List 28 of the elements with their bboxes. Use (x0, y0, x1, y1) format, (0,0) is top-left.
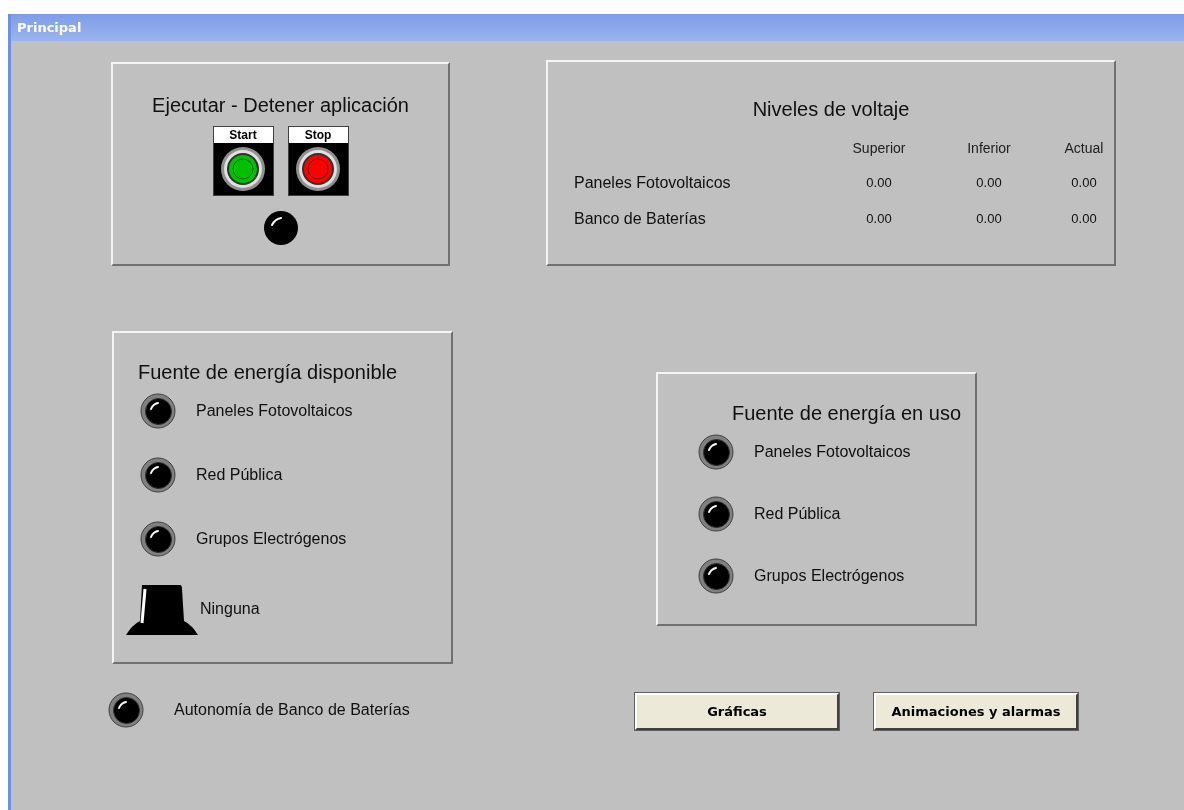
nav-button[interactable]: Gráficas (635, 693, 839, 730)
voltage-value: 0.00 (975, 210, 1003, 229)
push-button[interactable]: Stop (287, 126, 349, 196)
panel-title: Fuente de energía disponible (138, 360, 399, 385)
column-header: Superior (851, 139, 907, 158)
voltage-value: 0.00 (975, 174, 1003, 193)
window-title: Principal (17, 18, 82, 37)
column-header: Inferior (966, 139, 1012, 158)
panel-title: Niveles de voltaje (752, 97, 910, 122)
voltage-value: 0.00 (1070, 174, 1098, 193)
battery-autonomy-label: Autonomía de Banco de Baterías (174, 700, 410, 720)
column-header: Actual (1063, 139, 1105, 158)
voltage-value: 0.00 (1070, 210, 1098, 229)
source-label: Red Pública (754, 504, 841, 524)
voltage-value: 0.00 (865, 174, 893, 193)
push-button[interactable]: Start (212, 126, 274, 196)
source-label: Grupos Electrógenos (754, 566, 905, 586)
source-label: Paneles Fotovoltaicos (196, 401, 353, 421)
source-label: Red Pública (196, 465, 283, 485)
row-label: Banco de Baterías (574, 209, 707, 229)
row-label: Paneles Fotovoltaicos (574, 173, 732, 193)
source-label: Grupos Electrógenos (196, 529, 347, 549)
source-label: Ninguna (200, 599, 260, 619)
panel-title: Ejecutar - Detener aplicación (152, 93, 409, 118)
nav-button[interactable]: Animaciones y alarmas (874, 693, 1078, 730)
source-label: Paneles Fotovoltaicos (754, 442, 911, 462)
voltage-value: 0.00 (865, 210, 893, 229)
panel-title: Fuente de energía en uso (731, 401, 962, 426)
